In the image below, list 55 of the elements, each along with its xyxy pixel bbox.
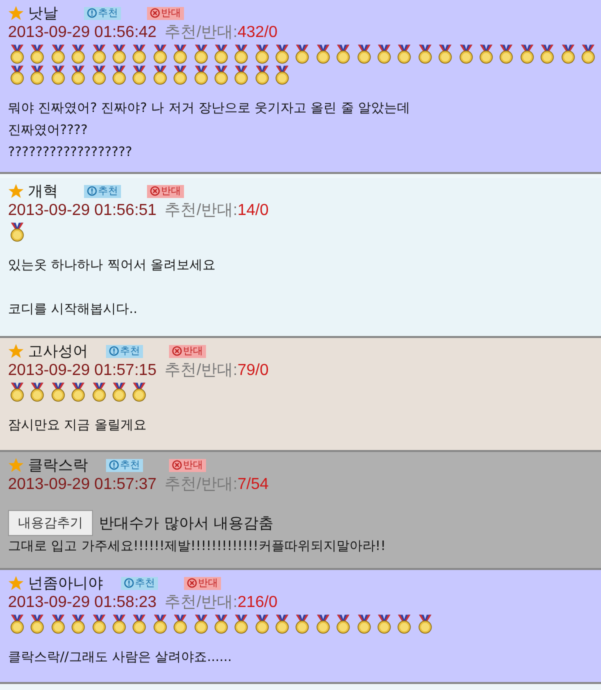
vote-count: 7/54 bbox=[237, 476, 269, 494]
vote-label: 추천/반대: bbox=[164, 475, 238, 495]
x-circle-icon bbox=[150, 186, 160, 196]
author-name: 넌좀아니야 bbox=[28, 574, 103, 592]
comment-text: 뭐야 진짜였어? 진짜야? 나 저거 장난으로 웃기자고 올린 줄 알았는데 bbox=[8, 100, 411, 118]
x-circle-icon bbox=[172, 346, 182, 356]
x-circle-icon bbox=[187, 578, 197, 588]
exclamation-icon bbox=[109, 460, 119, 470]
vote-label: 추천/반대: bbox=[164, 361, 238, 381]
comment-text: 그대로 입고 가주세요!!!!!!제발!!!!!!!!!!!!!커플따위되지말아라!! bbox=[8, 538, 387, 556]
downvote-button[interactable]: 반대 bbox=[169, 458, 206, 472]
comment-text: 진짜였어???? bbox=[8, 122, 89, 140]
star-icon bbox=[8, 183, 24, 199]
comment-date: 2013-09-29 01:56:51 bbox=[8, 202, 157, 220]
vote-count: 432/0 bbox=[237, 24, 278, 42]
comment-date: 2013-09-29 01:58:23 bbox=[8, 594, 157, 612]
vote-count: 216/0 bbox=[237, 594, 278, 612]
comment-text: 있는옷 하나하나 찍어서 올려보세요 bbox=[8, 257, 216, 275]
hidden-notice: 반대수가 많아서 내용감춤 bbox=[99, 514, 274, 532]
upvote-button[interactable]: 추천 bbox=[106, 458, 143, 472]
vote-label: 추천/반대: bbox=[164, 201, 238, 221]
author-name: 고사성어 bbox=[28, 342, 88, 360]
star-icon bbox=[8, 575, 24, 591]
upvote-button[interactable]: 추천 bbox=[84, 6, 121, 20]
comment-date: 2013-09-29 01:56:42 bbox=[8, 24, 157, 42]
comment-text: ?????????????????? bbox=[8, 144, 134, 162]
star-icon bbox=[8, 5, 24, 21]
vote-count: 14/0 bbox=[237, 202, 269, 220]
exclamation-icon bbox=[87, 186, 97, 196]
comment-text: 잠시만요 지금 올릴게요 bbox=[8, 417, 148, 435]
x-circle-icon bbox=[172, 460, 182, 470]
hide-content-button[interactable]: 내용감추기 bbox=[8, 510, 93, 536]
downvote-button[interactable]: 반대 bbox=[147, 184, 184, 198]
author-name: 개혁 bbox=[28, 182, 59, 200]
upvote-button[interactable]: 추천 bbox=[106, 344, 143, 358]
exclamation-icon bbox=[109, 346, 119, 356]
vote-count: 79/0 bbox=[237, 362, 269, 380]
downvote-button[interactable]: 반대 bbox=[169, 344, 206, 358]
exclamation-icon bbox=[124, 578, 134, 588]
x-circle-icon bbox=[150, 8, 160, 18]
author-name: 클락스락 bbox=[28, 456, 88, 474]
upvote-button[interactable]: 추천 bbox=[121, 576, 158, 590]
author-name: 낫날 bbox=[28, 4, 59, 22]
downvote-button[interactable]: 반대 bbox=[147, 6, 184, 20]
star-icon bbox=[8, 457, 24, 473]
upvote-button[interactable]: 추천 bbox=[84, 184, 121, 198]
comment-text: 클락스락//그래도 사람은 살려야죠...... bbox=[8, 649, 233, 667]
comment-date: 2013-09-29 01:57:37 bbox=[8, 476, 157, 494]
star-icon bbox=[8, 343, 24, 359]
downvote-button[interactable]: 반대 bbox=[184, 576, 221, 590]
vote-label: 추천/반대: bbox=[164, 593, 238, 613]
vote-label: 추천/반대: bbox=[164, 23, 238, 43]
comment-text: 코디를 시작해봅시다.. bbox=[8, 301, 138, 319]
exclamation-icon bbox=[87, 8, 97, 18]
comment-date: 2013-09-29 01:57:15 bbox=[8, 362, 157, 380]
